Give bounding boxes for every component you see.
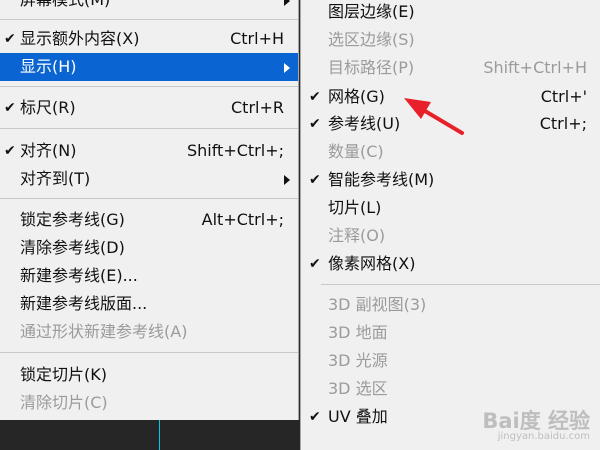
submenu-arrow-icon xyxy=(284,0,290,6)
menu-separator xyxy=(0,19,298,20)
watermark-logo: Bai度 经验 xyxy=(482,409,590,433)
submenu-item-grid[interactable]: ✔ 网格(G) Ctrl+' xyxy=(301,83,600,111)
menu-item-new-guide-layout[interactable]: 新建参考线版面... xyxy=(0,290,298,318)
menu-separator xyxy=(0,128,298,129)
view-menu: 屏幕模式(M) ✔ 显示额外内容(X) Ctrl+H 显示(H) ✔ 标尺(R)… xyxy=(0,0,299,420)
checkmark-icon: ✔ xyxy=(309,116,321,132)
menu-item-rulers[interactable]: ✔ 标尺(R) Ctrl+R xyxy=(0,94,298,122)
menu-item-new-guide[interactable]: 新建参考线(E)... xyxy=(0,262,298,290)
menu-item-clear-slices[interactable]: 清除切片(C) xyxy=(0,389,298,417)
submenu-item-3d-secondary-view[interactable]: 3D 副视图(3) xyxy=(301,291,600,319)
submenu-item-target-path[interactable]: 目标路径(P) Shift+Ctrl+H xyxy=(301,54,600,82)
checkmark-icon: ✔ xyxy=(309,89,321,105)
checkmark-icon: ✔ xyxy=(4,143,16,159)
submenu-arrow-icon xyxy=(284,175,290,185)
submenu-item-selection-edges[interactable]: 选区边缘(S) xyxy=(301,26,600,54)
submenu-item-3d-selection[interactable]: 3D 选区 xyxy=(301,375,600,403)
menu-item-snap-to[interactable]: 对齐到(T) xyxy=(0,165,298,193)
submenu-arrow-icon xyxy=(284,63,290,73)
menu-item-screen-mode[interactable]: 屏幕模式(M) xyxy=(0,0,298,14)
checkmark-icon: ✔ xyxy=(4,100,16,116)
menu-separator xyxy=(0,86,298,87)
submenu-item-count[interactable]: 数量(C) xyxy=(301,138,600,166)
guide-line xyxy=(159,420,160,450)
menu-separator xyxy=(321,284,600,285)
menu-item-clear-guides[interactable]: 清除参考线(D) xyxy=(0,234,298,262)
menu-separator xyxy=(0,352,298,353)
submenu-item-3d-lights[interactable]: 3D 光源 xyxy=(301,347,600,375)
menu-item-show[interactable]: 显示(H) xyxy=(0,53,298,81)
show-submenu: 图层边缘(E) 选区边缘(S) 目标路径(P) Shift+Ctrl+H ✔ 网… xyxy=(300,0,600,450)
menu-item-lock-guides[interactable]: 锁定参考线(G) Alt+Ctrl+; xyxy=(0,206,298,234)
checkmark-icon: ✔ xyxy=(309,172,321,188)
submenu-item-notes[interactable]: 注释(O) xyxy=(301,222,600,250)
submenu-item-slices[interactable]: 切片(L) xyxy=(301,194,600,222)
menu-separator xyxy=(0,198,298,199)
submenu-item-pixel-grid[interactable]: ✔ 像素网格(X) xyxy=(301,250,600,278)
submenu-item-smart-guides[interactable]: ✔ 智能参考线(M) xyxy=(301,166,600,194)
submenu-item-guides[interactable]: ✔ 参考线(U) Ctrl+; xyxy=(301,110,600,138)
checkmark-icon: ✔ xyxy=(4,31,16,47)
checkmark-icon: ✔ xyxy=(309,409,321,425)
watermark-url: jingyan.baidu.com xyxy=(497,431,590,442)
menu-item-show-extras[interactable]: ✔ 显示额外内容(X) Ctrl+H xyxy=(0,25,298,53)
canvas-area xyxy=(0,420,300,450)
submenu-item-layer-edges[interactable]: 图层边缘(E) xyxy=(301,0,600,26)
menu-item-snap[interactable]: ✔ 对齐(N) Shift+Ctrl+; xyxy=(0,137,298,165)
checkmark-icon: ✔ xyxy=(309,256,321,272)
menu-item-new-guides-from-shape[interactable]: 通过形状新建参考线(A) xyxy=(0,318,298,346)
submenu-item-3d-ground-plane[interactable]: 3D 地面 xyxy=(301,319,600,347)
watermark: Bai度 经验 jingyan.baidu.com xyxy=(482,410,590,442)
menu-item-lock-slices[interactable]: 锁定切片(K) xyxy=(0,361,298,389)
